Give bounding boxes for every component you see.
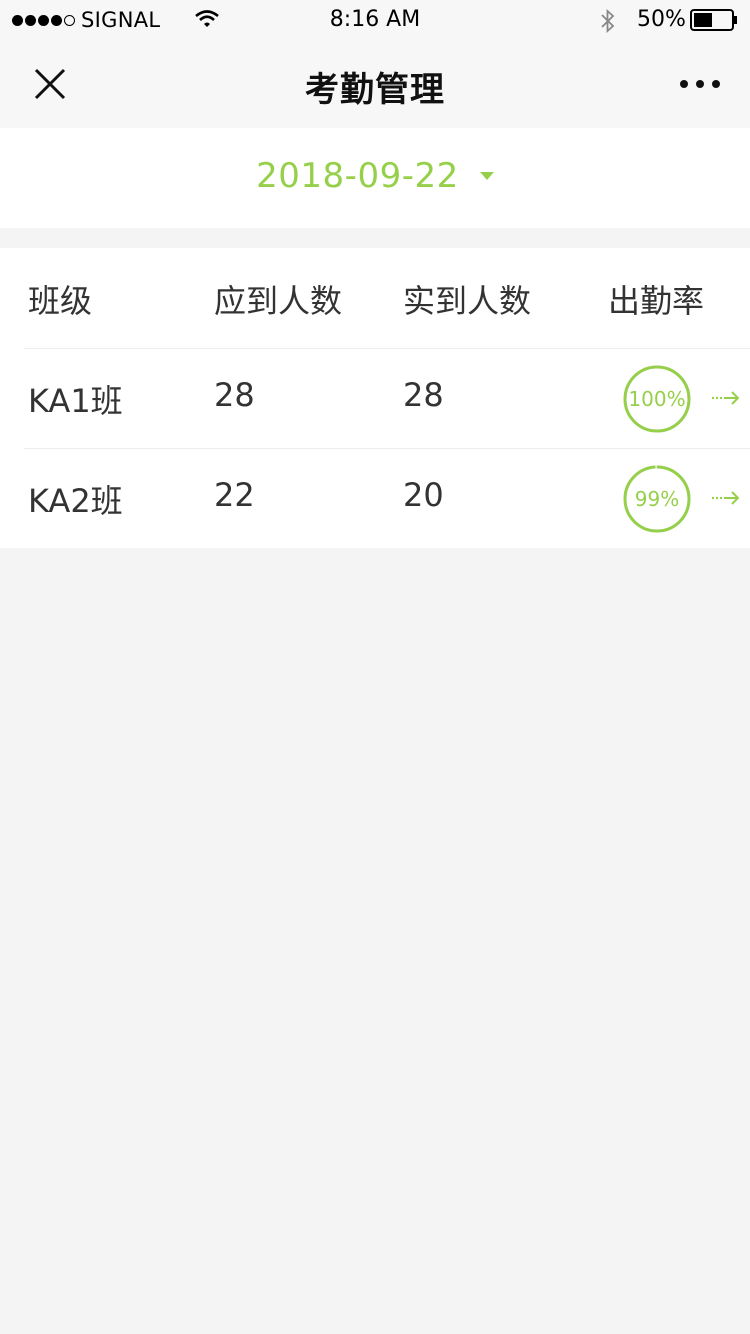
expected-count: 28 xyxy=(214,376,255,414)
attendance-rate-label: 99% xyxy=(634,487,680,511)
date-bar: 2018-09-22 xyxy=(0,128,750,228)
table-row[interactable]: KA1班 28 28 100% xyxy=(0,348,750,448)
more-icon[interactable] xyxy=(676,72,724,96)
arrow-right-icon[interactable] xyxy=(710,386,742,410)
battery-percent: 50% xyxy=(637,7,686,32)
status-bar: SIGNAL 8:16 AM 50% xyxy=(0,0,750,40)
selected-date: 2018-09-22 xyxy=(256,156,459,196)
header-actual: 实到人数 xyxy=(403,282,532,320)
expected-count: 22 xyxy=(214,476,255,514)
header-class: 班级 xyxy=(28,282,93,320)
table-row[interactable]: KA2班 22 20 99% xyxy=(0,448,750,548)
attendance-table: 班级 应到人数 实到人数 出勤率 KA1班 28 28 100% KA2班 22… xyxy=(0,248,750,548)
navigation-bar: 考勤管理 xyxy=(0,40,750,128)
caret-down-icon xyxy=(479,172,494,180)
date-picker[interactable]: 2018-09-22 xyxy=(0,156,750,196)
bluetooth-icon xyxy=(601,8,615,34)
row-divider xyxy=(24,348,750,349)
actual-count: 20 xyxy=(403,476,444,514)
battery-icon xyxy=(690,9,737,31)
table-header: 班级 应到人数 实到人数 出勤率 xyxy=(0,248,750,348)
arrow-right-icon[interactable] xyxy=(710,486,742,510)
class-name: KA1班 xyxy=(28,382,123,420)
class-name: KA2班 xyxy=(28,482,123,520)
header-rate: 出勤率 xyxy=(608,282,705,320)
row-divider xyxy=(24,448,750,449)
attendance-rate-label: 100% xyxy=(628,387,686,411)
header-expected: 应到人数 xyxy=(214,282,343,320)
actual-count: 28 xyxy=(403,376,444,414)
page-title: 考勤管理 xyxy=(305,70,445,110)
